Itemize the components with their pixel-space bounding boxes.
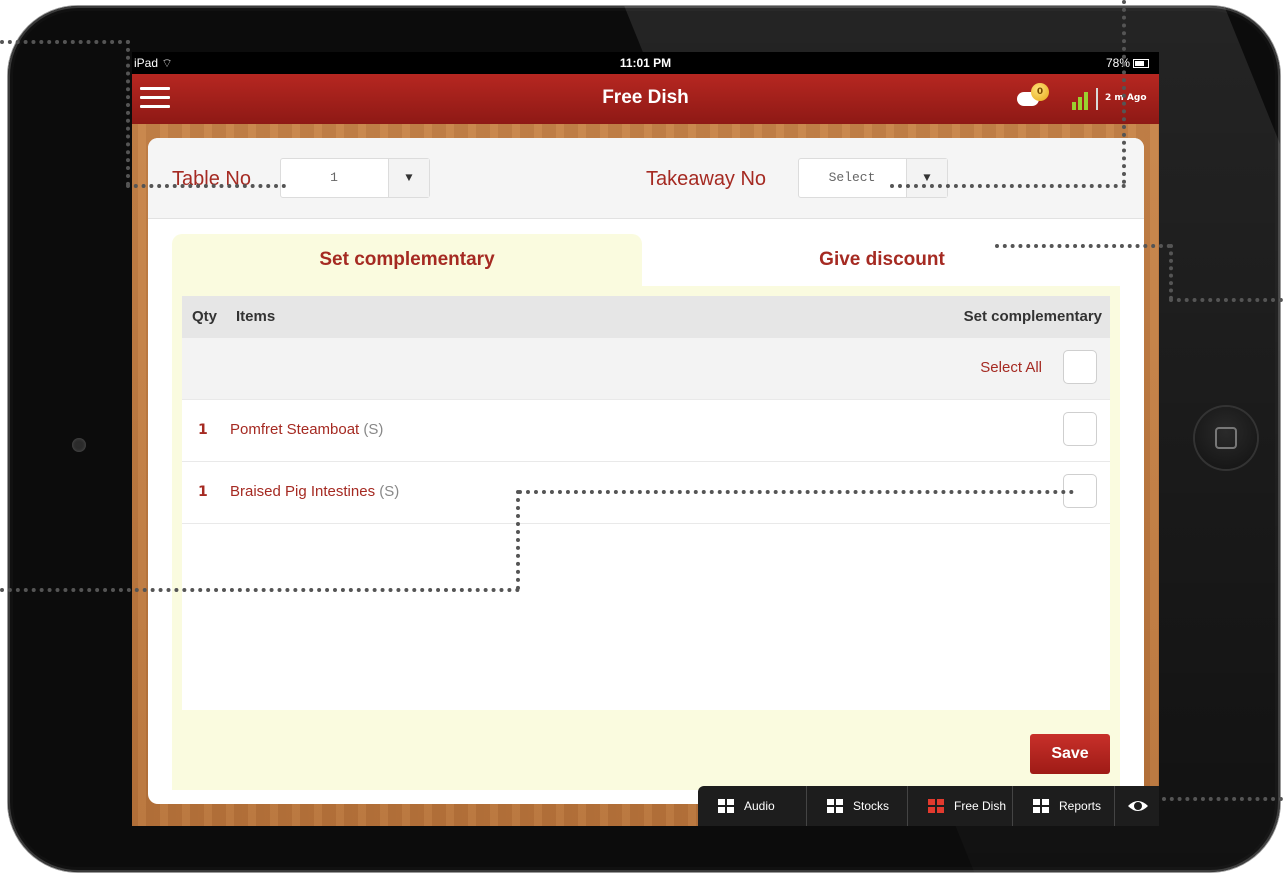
select-all-label: Select All bbox=[980, 359, 1042, 376]
bottom-nav-label: Free Dish bbox=[954, 799, 1007, 813]
annotation-line bbox=[1169, 298, 1283, 302]
takeaway-no-select[interactable]: Select ▼ bbox=[798, 158, 948, 198]
annotation-line bbox=[518, 490, 1074, 494]
annotation-line bbox=[126, 184, 286, 188]
eye-icon[interactable] bbox=[1127, 796, 1149, 816]
bottom-nav-reports[interactable]: Reports bbox=[1013, 786, 1115, 826]
row-item-size: (S) bbox=[379, 483, 400, 500]
table-header: Qty Items Set complementary bbox=[182, 296, 1110, 338]
annotation-line bbox=[516, 490, 520, 590]
tab-give-discount[interactable]: Give discount bbox=[644, 234, 1120, 286]
row-complementary-checkbox[interactable] bbox=[1063, 412, 1097, 446]
row-item-name: Braised Pig Intestines (S) bbox=[230, 483, 400, 500]
home-square-icon bbox=[1215, 427, 1237, 449]
app-screen: iPad ⌔ 11:01 PM 78% Free Dish 0 2 m Ago … bbox=[132, 52, 1159, 826]
annotation-line bbox=[1162, 797, 1283, 801]
free-dish-card: Table No 1 ▼ Takeaway No Select ▼ Set co… bbox=[148, 138, 1144, 804]
camera-icon bbox=[72, 438, 86, 452]
complementary-panel: Qty Items Set complementary Select All 1… bbox=[172, 286, 1120, 790]
qty-header: Qty bbox=[192, 308, 218, 325]
battery-status: 78% bbox=[1106, 56, 1149, 70]
bottom-nav-free-dish[interactable]: Free Dish bbox=[908, 786, 1013, 826]
annotation-line bbox=[0, 588, 520, 592]
bottom-nav-label: Stocks bbox=[853, 799, 890, 813]
annotation-line bbox=[126, 40, 130, 186]
row-item-name: Pomfret Steamboat (S) bbox=[230, 421, 384, 438]
grid-icon bbox=[718, 799, 734, 813]
select-all-checkbox[interactable] bbox=[1063, 350, 1097, 384]
items-table: Qty Items Set complementary Select All 1… bbox=[182, 296, 1110, 710]
annotation-line bbox=[1169, 244, 1173, 300]
select-all-row: Select All bbox=[182, 338, 1110, 400]
chevron-down-icon[interactable]: ▼ bbox=[388, 159, 429, 197]
row-qty: 1 bbox=[198, 422, 208, 438]
page-title: Free Dish bbox=[602, 87, 689, 108]
table-row: 1 Pomfret Steamboat (S) bbox=[182, 400, 1110, 462]
nav-bar: Free Dish 0 2 m Ago bbox=[132, 74, 1159, 124]
annotation-line bbox=[890, 184, 1126, 188]
bottom-nav-audio[interactable]: Audio bbox=[698, 786, 807, 826]
row-item-size: (S) bbox=[363, 421, 384, 438]
table-no-select[interactable]: 1 ▼ bbox=[280, 158, 430, 198]
row-qty: 1 bbox=[198, 484, 208, 500]
takeaway-no-label: Takeaway No bbox=[646, 168, 767, 190]
bottom-nav-label: Reports bbox=[1059, 799, 1102, 813]
tab-set-complementary[interactable]: Set complementary bbox=[172, 234, 642, 286]
grid-icon bbox=[928, 799, 944, 813]
set-complementary-header: Set complementary bbox=[963, 308, 1102, 325]
takeaway-no-value: Select bbox=[828, 170, 876, 185]
home-button[interactable] bbox=[1195, 407, 1257, 469]
annotation-line bbox=[0, 40, 130, 44]
table-no-value: 1 bbox=[330, 170, 338, 185]
bottom-nav-stocks[interactable]: Stocks bbox=[807, 786, 908, 826]
tab-bar: Set complementary Give discount bbox=[172, 234, 1120, 286]
status-bar: iPad ⌔ 11:01 PM 78% bbox=[132, 52, 1159, 74]
chat-badge: 0 bbox=[1031, 83, 1049, 101]
signal-icon bbox=[1072, 88, 1098, 110]
grid-icon bbox=[827, 799, 843, 813]
save-button[interactable]: Save bbox=[1030, 734, 1110, 774]
annotation-line bbox=[995, 244, 1171, 248]
filter-bar: Table No 1 ▼ Takeaway No Select ▼ bbox=[148, 138, 1144, 219]
chevron-down-icon[interactable]: ▼ bbox=[906, 159, 947, 197]
battery-icon bbox=[1133, 59, 1149, 69]
grid-icon bbox=[1033, 799, 1049, 813]
bottom-nav-label: Audio bbox=[744, 799, 775, 813]
annotation-line bbox=[1122, 0, 1126, 184]
bottom-nav-bar: Audio Stocks Free Dish Reports bbox=[698, 786, 1159, 826]
items-header: Items bbox=[236, 308, 276, 325]
status-time: 11:01 PM bbox=[619, 56, 672, 70]
